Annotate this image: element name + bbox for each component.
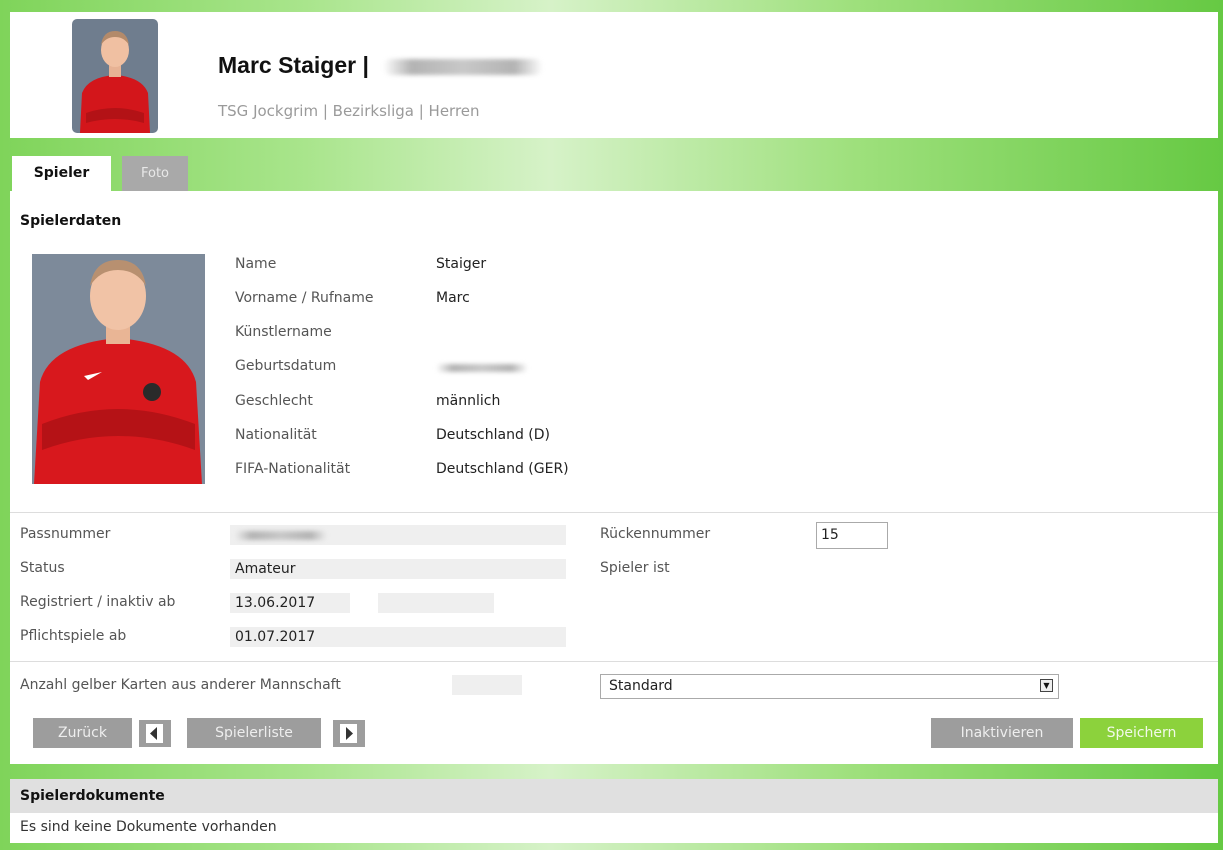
label-rueckennummer: Rückennummer [600,526,711,542]
standard-select[interactable]: Standard ▼ [600,674,1059,699]
value-registriert: 13.06.2017 [230,593,350,613]
field-label-fifa-nationalitaet: FIFA-Nationalität [235,461,351,477]
label-gelbe-karten: Anzahl gelber Karten aus anderer Mannsch… [20,677,341,693]
player-name: Marc Staiger | [218,52,369,78]
arrow-left-icon [146,724,163,743]
player-thumbnail [72,19,158,133]
team-subtitle: TSG Jockgrim | Bezirksliga | Herren [218,102,480,120]
player-header: Marc Staiger | TSG Jockgrim | Bezirkslig… [10,12,1218,138]
gelbe-karten-input[interactable] [452,675,522,695]
field-label-nationalitaet: Nationalität [235,427,317,443]
field-label-geburtsdatum: Geburtsdatum [235,358,337,374]
section-title-spielerdaten: Spielerdaten [20,213,122,229]
field-label-geschlecht: Geschlecht [235,393,313,409]
value-inaktiv [378,593,494,613]
field-value-geburtsdatum [436,360,528,376]
select-value: Standard [609,678,673,694]
player-form: Spielerdaten Name Staiger Vorname / Rufn… [10,191,1218,764]
redacted-passnummer [235,530,327,540]
label-pflichtspiele: Pflichtspiele ab [20,628,127,644]
player-name-heading: Marc Staiger | [218,52,544,79]
next-player-button[interactable] [333,720,365,747]
back-button[interactable]: Zurück [33,718,132,748]
section-title-spielerdokumente: Spielerdokumente [20,788,165,804]
field-label-kuenstlername: Künstlername [235,324,332,340]
label-passnummer: Passnummer [20,526,111,542]
rueckennummer-input[interactable]: 15 [816,522,888,549]
field-label-vorname: Vorname / Rufname [235,290,374,306]
save-button[interactable]: Speichern [1080,718,1203,748]
field-value-name: Staiger [436,256,487,272]
arrow-right-icon [340,724,357,743]
field-value-geschlecht: männlich [436,393,501,409]
label-registriert: Registriert / inaktiv ab [20,594,176,610]
player-photo [32,254,205,484]
documents-empty-text: Es sind keine Dokumente vorhanden [20,819,277,835]
field-value-nationalitaet: Deutschland (D) [436,427,551,443]
label-status: Status [20,560,65,576]
value-status: Amateur [230,559,566,579]
tab-foto[interactable]: Foto [122,156,188,191]
field-label-name: Name [235,256,277,272]
redacted-id [383,58,544,75]
field-value-vorname: Marc [436,290,470,306]
redacted-birthdate [436,364,528,372]
divider [10,661,1218,662]
chevron-down-icon[interactable]: ▼ [1040,679,1053,692]
deactivate-button[interactable]: Inaktivieren [931,718,1073,748]
documents-panel: Spielerdokumente Es sind keine Dokumente… [10,779,1218,843]
label-spieler-ist: Spieler ist [600,560,670,576]
divider [10,512,1218,513]
value-pflichtspiele: 01.07.2017 [230,627,566,647]
player-list-button[interactable]: Spielerliste [187,718,321,748]
previous-player-button[interactable] [139,720,171,747]
tab-spieler[interactable]: Spieler [12,156,111,191]
field-value-fifa-nationalitaet: Deutschland (GER) [436,461,569,477]
value-passnummer [230,525,566,545]
documents-header: Spielerdokumente [10,779,1218,813]
